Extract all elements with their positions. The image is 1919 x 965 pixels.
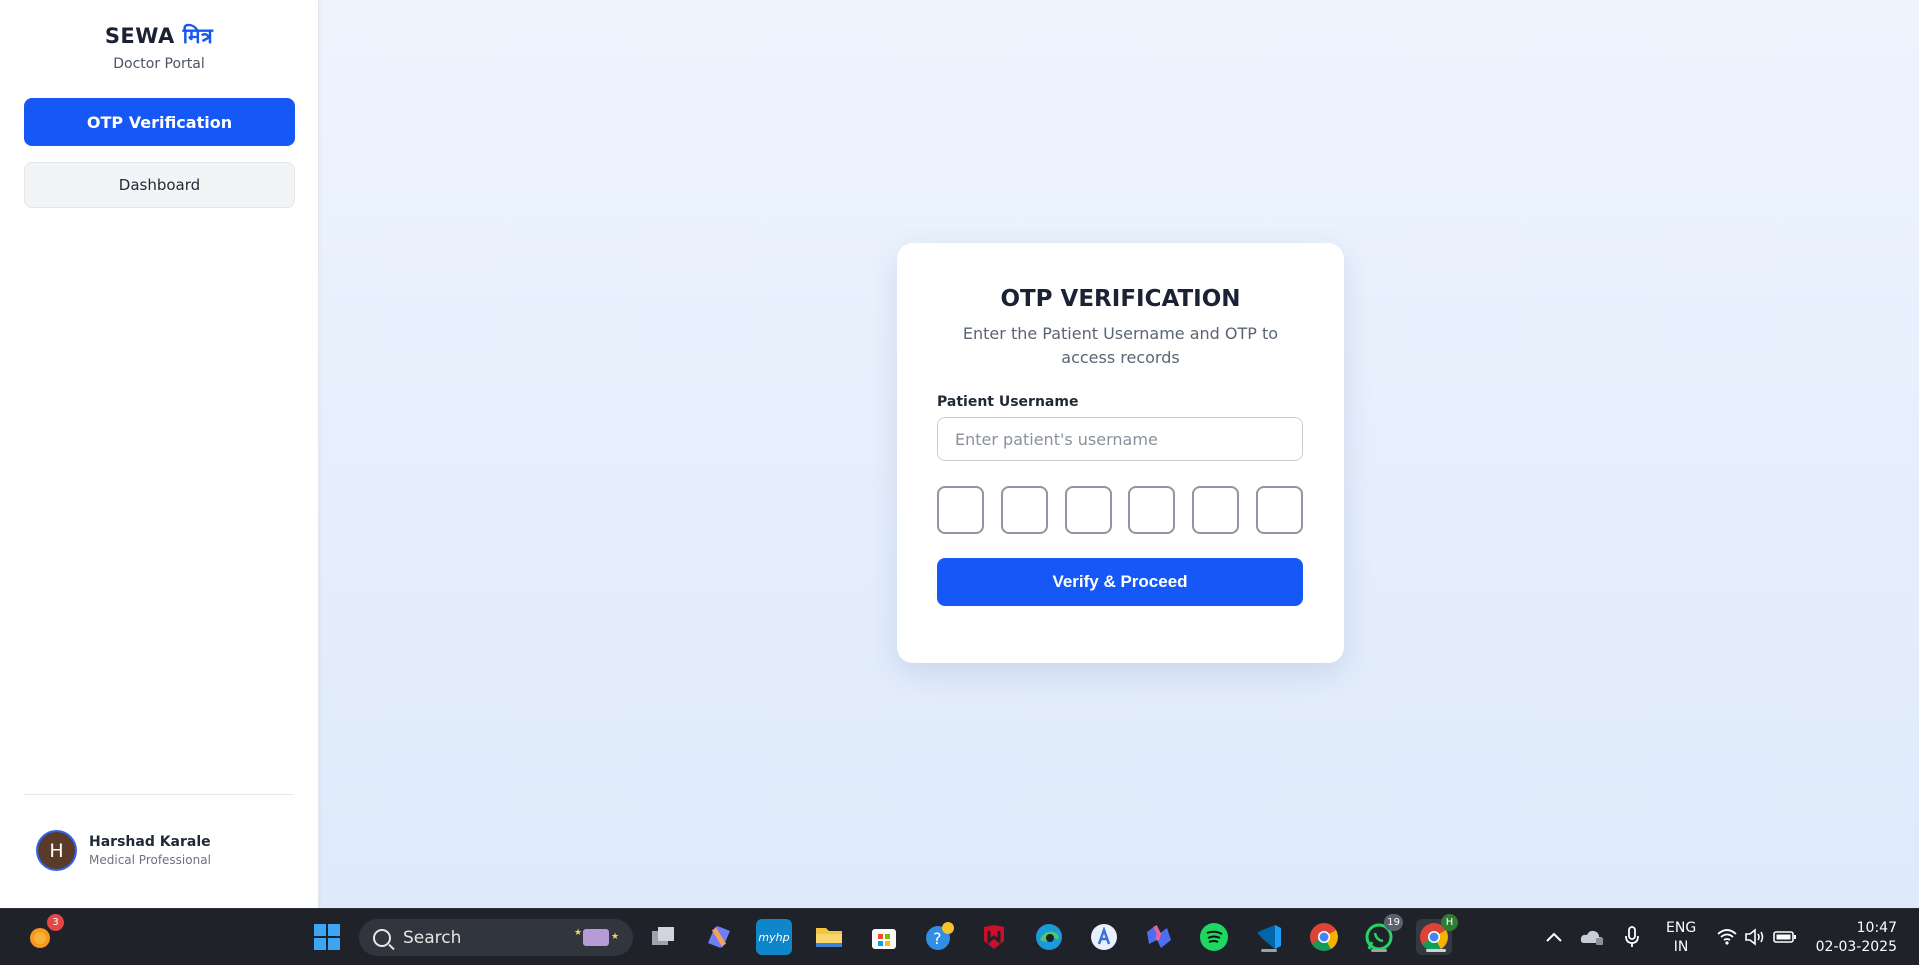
verify-proceed-button[interactable]: Verify & Proceed bbox=[937, 558, 1303, 606]
language-label: ENG bbox=[1666, 920, 1697, 936]
chevron-up-icon[interactable] bbox=[1536, 919, 1572, 955]
patient-username-input[interactable] bbox=[937, 417, 1303, 461]
copilot-app-icon[interactable] bbox=[1141, 919, 1177, 955]
otp-input-group bbox=[937, 486, 1303, 534]
brand-subtitle: Doctor Portal bbox=[113, 56, 205, 72]
otp-card: OTP VERIFICATION Enter the Patient Usern… bbox=[897, 243, 1344, 663]
date-label: 02-03-2025 bbox=[1815, 939, 1897, 955]
taskbar: 3 Search ★ ★ myhp ? 19 H ENG IN 10:47 02… bbox=[0, 908, 1919, 965]
weather-badge: 3 bbox=[47, 914, 64, 931]
spotify-icon[interactable] bbox=[1196, 919, 1232, 955]
user-info: Harshad Karale Medical Professional bbox=[89, 834, 211, 867]
task-view-icon[interactable] bbox=[646, 919, 682, 955]
app-icon[interactable] bbox=[1086, 919, 1122, 955]
brand-accent: मित्र bbox=[182, 24, 214, 48]
user-name: Harshad Karale bbox=[89, 834, 211, 850]
search-highlight-icon: ★ ★ bbox=[571, 925, 621, 954]
otp-digit-3[interactable] bbox=[1064, 486, 1112, 534]
svg-text:★: ★ bbox=[574, 928, 582, 938]
copilot-icon[interactable] bbox=[701, 919, 737, 955]
otp-digit-1[interactable] bbox=[937, 486, 984, 534]
whatsapp-running-indicator bbox=[1371, 949, 1387, 952]
region-label: IN bbox=[1673, 939, 1689, 955]
vscode-running-indicator bbox=[1261, 949, 1277, 952]
file-explorer-icon[interactable] bbox=[811, 919, 847, 955]
whatsapp-icon[interactable]: 19 bbox=[1361, 914, 1403, 955]
weather-icon[interactable]: 3 bbox=[22, 914, 64, 955]
taskbar-search[interactable]: Search ★ ★ bbox=[359, 919, 633, 956]
otp-digit-6[interactable] bbox=[1255, 486, 1303, 534]
search-icon bbox=[373, 928, 391, 947]
clock[interactable]: 10:47 02-03-2025 bbox=[1816, 919, 1897, 957]
chrome-profile-icon[interactable]: H bbox=[1416, 914, 1458, 955]
nav-dashboard-button[interactable]: Dashboard bbox=[24, 162, 295, 208]
chrome-active-indicator bbox=[1426, 949, 1446, 952]
brand: SEWA मित्र Doctor Portal bbox=[0, 0, 318, 72]
whatsapp-badge: 19 bbox=[1384, 914, 1403, 931]
battery-icon[interactable] bbox=[1767, 919, 1803, 955]
myhp-icon[interactable]: myhp bbox=[756, 919, 792, 955]
brand-title: SEWA मित्र bbox=[0, 22, 318, 50]
username-label: Patient Username bbox=[937, 394, 1079, 410]
onedrive-icon[interactable] bbox=[1574, 919, 1610, 955]
chrome-icon[interactable] bbox=[1306, 919, 1342, 955]
mcafee-icon[interactable] bbox=[976, 919, 1012, 955]
chrome-profile-badge: H bbox=[1441, 914, 1458, 931]
otp-digit-2[interactable] bbox=[1000, 486, 1048, 534]
nav-otp-verification-button[interactable]: OTP Verification bbox=[24, 98, 295, 146]
sidebar-nav: OTP Verification Dashboard bbox=[0, 98, 318, 208]
get-help-icon[interactable]: ? bbox=[921, 919, 957, 955]
microsoft-store-icon[interactable] bbox=[866, 919, 902, 955]
sidebar-divider bbox=[24, 794, 294, 795]
taskbar-search-label: Search bbox=[403, 927, 462, 948]
user-role: Medical Professional bbox=[89, 853, 211, 867]
language-indicator[interactable]: ENG IN bbox=[1666, 919, 1696, 957]
vscode-icon[interactable] bbox=[1251, 919, 1287, 955]
user-profile[interactable]: H Harshad Karale Medical Professional bbox=[36, 830, 211, 871]
microphone-icon[interactable] bbox=[1614, 919, 1650, 955]
svg-text:★: ★ bbox=[611, 932, 619, 942]
card-title: OTP VERIFICATION bbox=[1000, 286, 1241, 312]
svg-text:?: ? bbox=[933, 929, 942, 948]
otp-digit-5[interactable] bbox=[1192, 486, 1240, 534]
card-subtitle: Enter the Patient Username and OTP to ac… bbox=[962, 324, 1279, 367]
windows-start-icon[interactable] bbox=[309, 919, 345, 955]
otp-digit-4[interactable] bbox=[1128, 486, 1176, 534]
sidebar: SEWA मित्र Doctor Portal OTP Verificatio… bbox=[0, 0, 319, 908]
edge-icon[interactable] bbox=[1031, 919, 1067, 955]
brand-name: SEWA bbox=[104, 24, 175, 48]
time-label: 10:47 bbox=[1856, 920, 1897, 936]
avatar: H bbox=[36, 830, 77, 871]
